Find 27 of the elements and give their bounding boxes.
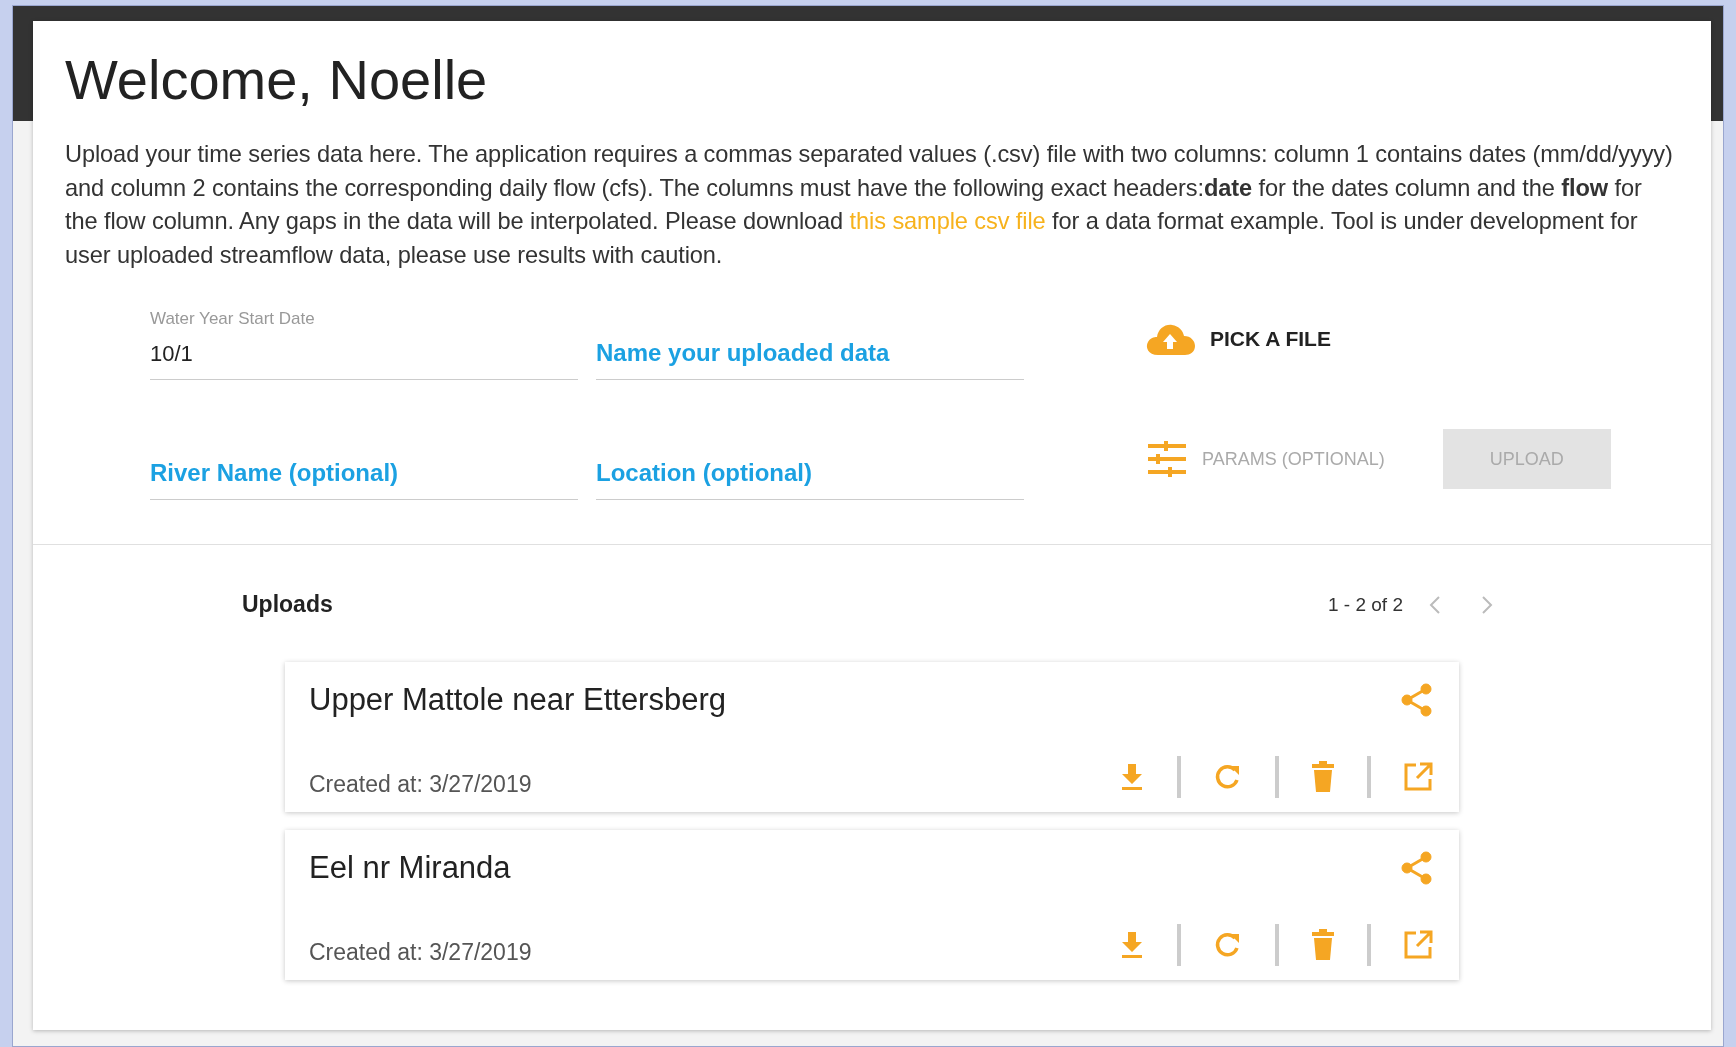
pick-file-button[interactable]: PICK A FILE — [1144, 316, 1331, 362]
external-link-icon[interactable] — [1403, 762, 1433, 792]
section-title: Uploads — [242, 591, 333, 618]
trash-icon[interactable] — [1311, 929, 1335, 961]
input-field[interactable]: 10/1 — [150, 335, 578, 380]
upload-name: Upper Mattole near Ettersberg — [309, 682, 726, 718]
share-icon[interactable] — [1401, 851, 1433, 885]
download-icon[interactable] — [1119, 762, 1145, 792]
input-field[interactable]: Location (optional) — [596, 453, 1024, 500]
input-field[interactable]: River Name (optional) — [150, 453, 578, 500]
field-label: Water Year Start Date — [150, 309, 316, 329]
cloud-upload-icon — [1144, 322, 1196, 356]
sliders-icon — [1148, 441, 1186, 477]
sample-csv-link[interactable]: this sample csv file — [849, 208, 1046, 234]
trash-icon[interactable] — [1311, 761, 1335, 793]
upload-name: Eel nr Miranda — [309, 850, 511, 886]
page-title: Welcome, Noelle — [65, 47, 489, 112]
share-icon[interactable] — [1401, 683, 1433, 717]
created-date: Created at: 3/27/2019 — [309, 939, 532, 966]
next-page-icon[interactable] — [1481, 594, 1493, 615]
page-range: 1 - 2 of 2 — [1328, 593, 1403, 616]
input-field[interactable]: Name your uploaded data — [596, 333, 1024, 380]
download-icon[interactable] — [1119, 930, 1145, 960]
previous-page-icon[interactable] — [1429, 594, 1441, 615]
intro-paragraph: Upload your time series data here. The application requires a commas separated values (.csv) file with two columns: column 1 contains dates (mm/dd/yyyy) and column 2 contains the corresponding daily flow (cfs). The columns must have the following exact headers:date for the dates column and the flow for the flow column. Any gaps in the data will be interpolated. Please download this sample csv file for a data format example. Tool is under development for user uploaded streamflow data, please use results with caution. — [65, 140, 1674, 270]
external-link-icon[interactable] — [1403, 930, 1433, 960]
created-date: Created at: 3/27/2019 — [309, 771, 532, 798]
